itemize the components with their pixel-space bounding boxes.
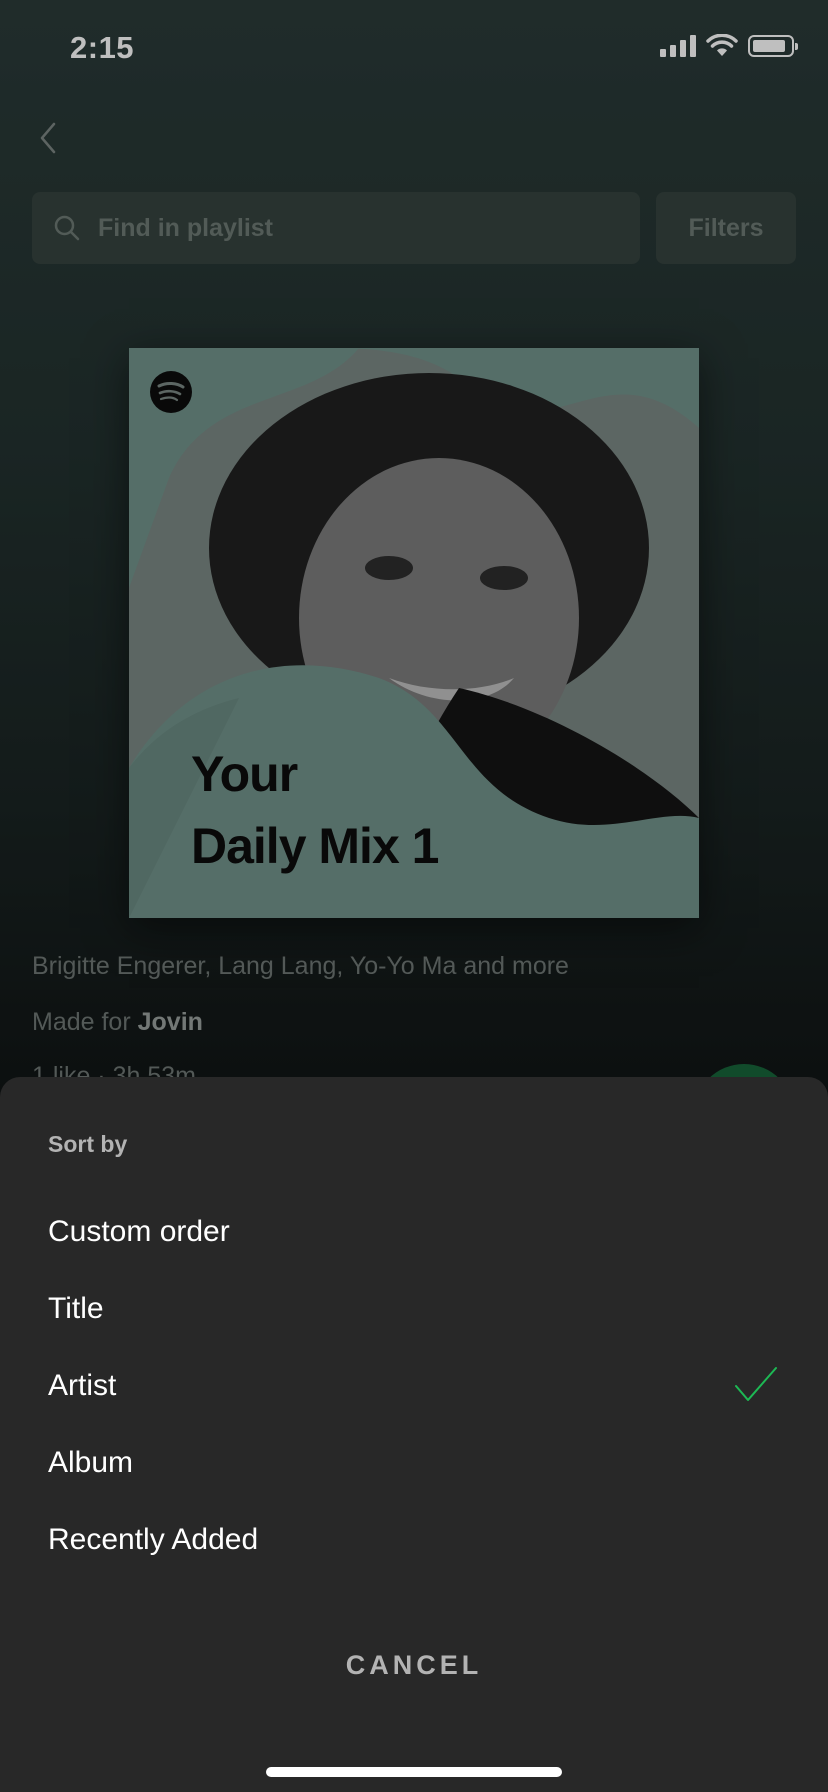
- cancel-button[interactable]: CANCEL: [0, 1635, 828, 1695]
- home-indicator[interactable]: [266, 1767, 562, 1777]
- sort-option-recently-added[interactable]: Recently Added: [0, 1504, 828, 1576]
- sort-option-label: Custom order: [48, 1215, 230, 1248]
- sort-option-title[interactable]: Title: [0, 1273, 828, 1345]
- sort-option-label: Title: [48, 1292, 104, 1325]
- sort-option-label: Album: [48, 1446, 134, 1479]
- check-icon: [735, 1367, 777, 1401]
- sort-sheet: Sort by Custom order Title Artist Album …: [0, 1077, 828, 1792]
- sort-option-label: Artist: [48, 1369, 117, 1402]
- sort-option-artist[interactable]: Artist: [0, 1350, 828, 1422]
- sort-option-album[interactable]: Album: [0, 1427, 828, 1499]
- sort-option-custom-order[interactable]: Custom order: [0, 1196, 828, 1268]
- sheet-title: Sort by: [48, 1131, 128, 1157]
- sort-option-label: Recently Added: [48, 1523, 259, 1556]
